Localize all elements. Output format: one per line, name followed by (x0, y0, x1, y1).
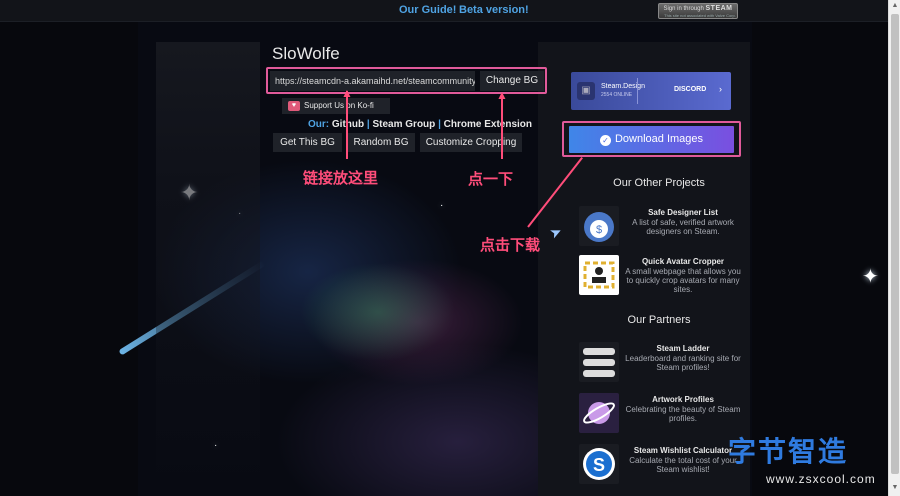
project-item[interactable]: $ Safe Designer List A list of safe, ver… (579, 206, 739, 246)
money-bag-icon: $ (584, 212, 614, 242)
annotation-arrow (346, 91, 348, 159)
watermark-brand: 字节智造 (728, 435, 849, 468)
check-circle-icon: ✓ (599, 135, 611, 146)
partner-title: Steam Ladder (656, 344, 710, 353)
avatar-cropper-tile (579, 255, 619, 295)
kofi-label: Support Us on Ko-fi (304, 101, 374, 110)
project-item[interactable]: Quick Avatar Cropper A small webpage tha… (579, 255, 741, 295)
profile-name: SloWolfe (272, 44, 340, 63)
star-decoration: · (440, 200, 444, 211)
download-label: Download Images (614, 133, 704, 145)
project-description: A small webpage that allows you to quick… (625, 267, 741, 294)
watermark-url: www.zsxcool.com (766, 472, 876, 486)
safe-list-tile: $ (579, 206, 619, 246)
scroll-down-icon[interactable]: ▼ (891, 484, 899, 492)
change-bg-button[interactable]: Change BG (480, 71, 544, 91)
chevron-right-icon: › (719, 84, 722, 94)
svg-text:S: S (593, 455, 605, 475)
link-separator: | (366, 119, 370, 130)
steam-design-discord-banner[interactable]: ▣ Steam.Design 2554 ONLINE DISCORD › (571, 72, 731, 110)
background-url-input[interactable] (270, 71, 475, 91)
signin-disclaimer: This site not associated with Valve Corp… (664, 13, 736, 18)
wishlist-calculator-tile: S (579, 444, 619, 484)
our-label: Our: (308, 119, 330, 130)
project-title: Safe Designer List (648, 208, 718, 217)
ladder-icon (583, 348, 615, 377)
kofi-cup-icon: ♥ (288, 101, 300, 111)
steam-design-title: Steam.Design (601, 83, 645, 90)
left-margin (0, 22, 138, 496)
link-separator: | (438, 119, 441, 130)
chrome-extension-link[interactable]: Chrome Extension (444, 119, 532, 130)
scroll-up-icon[interactable]: ▲ (891, 2, 899, 10)
project-title: Quick Avatar Cropper (641, 257, 725, 266)
steam-label: STEAM (705, 5, 733, 12)
crop-avatar-icon (583, 261, 615, 289)
partner-item[interactable]: Steam Ladder Leaderboard and ranking sit… (579, 342, 741, 382)
signin-label: Sign in through (663, 6, 704, 12)
partners-heading: Our Partners (627, 314, 691, 326)
steam-ladder-tile (579, 342, 619, 382)
star-decoration: ✦ (862, 266, 879, 288)
customize-cropping-button[interactable]: Customize Cropping (420, 133, 522, 152)
github-link[interactable]: Github (332, 119, 364, 130)
right-margin (752, 22, 888, 496)
our-guide-link[interactable]: Our Guide! (399, 4, 456, 16)
project-description: A list of safe, verified artwork designe… (632, 218, 734, 236)
discord-label: DISCORD (674, 86, 707, 93)
partner-description: Celebrating the beauty of Steam profiles… (625, 405, 741, 423)
kofi-button[interactable]: ♥ Support Us on Ko-fi (282, 98, 390, 114)
other-projects-heading: Our Other Projects (613, 177, 705, 189)
avatar (156, 42, 260, 496)
annotation-arrow (501, 95, 503, 159)
random-bg-button[interactable]: Random BG (347, 133, 415, 152)
partner-item[interactable]: Artwork Profiles Celebrating the beauty … (579, 393, 741, 433)
partner-description: Calculate the total cost of your Steam w… (629, 456, 737, 474)
get-this-bg-button[interactable]: Get This BG (273, 133, 342, 152)
vertical-scrollbar[interactable]: ▲ ▼ (888, 0, 900, 496)
download-images-button[interactable]: ✓ Download Images (569, 126, 734, 153)
our-links-row: Our: Github | Steam Group | Chrome Exten… (308, 119, 532, 130)
s-logo-icon: S (583, 448, 615, 480)
svg-text:$: $ (596, 224, 602, 236)
partner-title: Steam Wishlist Calculator (633, 446, 733, 455)
artwork-profiles-tile (579, 393, 619, 433)
annotation-click-download: 点击下载 (480, 236, 541, 254)
annotation-click-once: 点一下 (468, 170, 514, 188)
steam-design-logo-icon: ▣ (577, 82, 595, 100)
beta-link[interactable]: Beta version! (459, 4, 529, 16)
banner-divider (637, 78, 638, 104)
annotation-paste-here: 链接放这里 (303, 169, 379, 187)
steam-design-online: 2554 ONLINE (601, 92, 633, 98)
partner-description: Leaderboard and ranking site for Steam p… (625, 354, 741, 372)
arrow-head-icon: ▲ (496, 88, 508, 102)
partner-title: Artwork Profiles (652, 395, 714, 404)
partner-item[interactable]: S Steam Wishlist Calculator Calculate th… (579, 444, 739, 484)
arrow-head-icon: ▲ (341, 86, 353, 100)
planet-icon (583, 402, 615, 424)
steam-group-link[interactable]: Steam Group (372, 119, 435, 130)
scrollbar-thumb[interactable] (891, 14, 899, 474)
top-bar: Our Guide! Beta version! Sign in through… (0, 0, 888, 22)
